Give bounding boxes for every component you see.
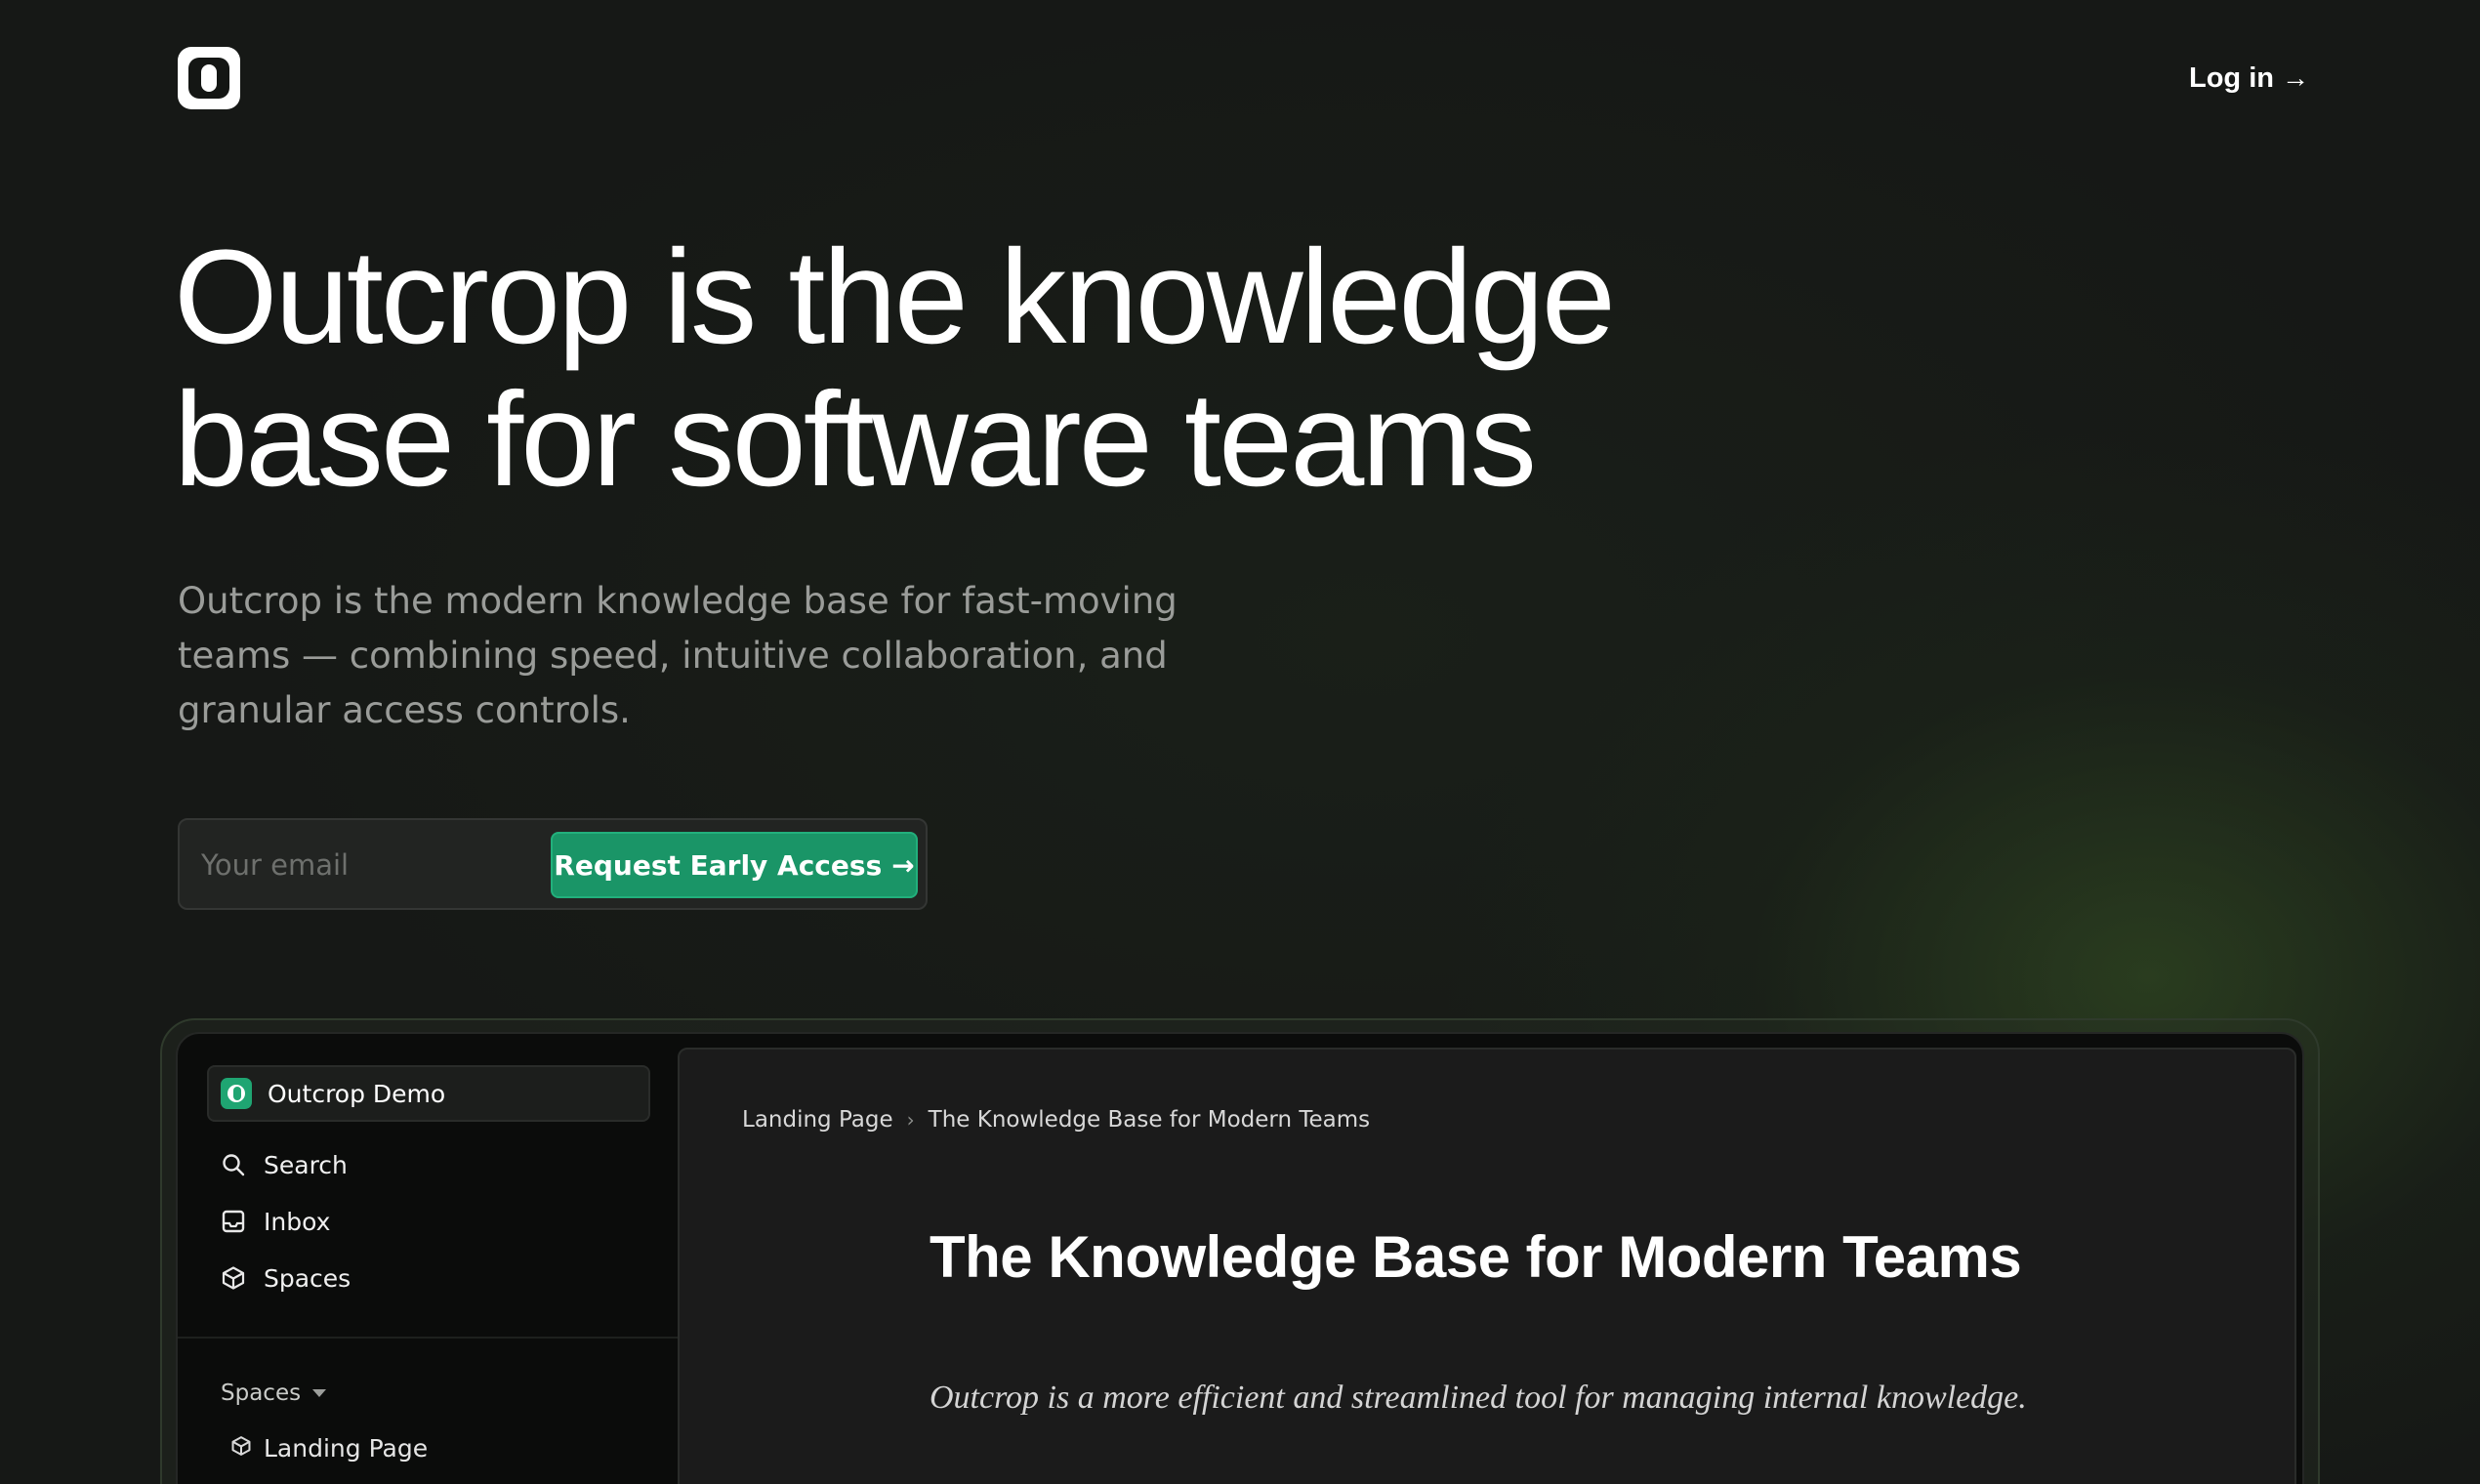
sidebar-divider — [178, 1337, 678, 1339]
cta-label: Request Early Access — [554, 848, 883, 882]
early-access-form: Request Early Access → — [178, 818, 928, 910]
preview-sidebar: Outcrop Demo Search Inbox Spaces Spaces … — [178, 1034, 678, 1484]
outcrop-logo-icon[interactable] — [178, 47, 240, 109]
sidebar-item-search[interactable]: Search — [221, 1143, 348, 1186]
hero-headline: Outcrop is the knowledge base for softwa… — [174, 227, 1834, 512]
headline-line-1: Outcrop is the knowledge — [174, 223, 1616, 372]
breadcrumb-item-landing-page[interactable]: Landing Page — [742, 1107, 893, 1133]
search-icon — [221, 1152, 246, 1177]
arrow-right-icon: → — [2281, 62, 2309, 93]
document-pane: Landing Page › The Knowledge Base for Mo… — [678, 1048, 2296, 1484]
spaces-header-label: Spaces — [221, 1381, 302, 1406]
arrow-right-icon: → — [891, 848, 915, 882]
sidebar-item-inbox[interactable]: Inbox — [221, 1200, 330, 1243]
hero-subtitle: Outcrop is the modern knowledge base for… — [178, 580, 1178, 731]
cube-icon — [221, 1265, 246, 1291]
headline-line-2: base for software teams — [174, 365, 1537, 515]
inbox-icon — [221, 1209, 246, 1234]
document-lead: Outcrop is a more efficient and streamli… — [930, 1380, 2027, 1416]
chevron-right-icon: › — [906, 1108, 915, 1132]
document-title: The Knowledge Base for Modern Teams — [930, 1224, 2022, 1290]
login-link[interactable]: Log in → — [2189, 59, 2309, 98]
breadcrumb-item-current[interactable]: The Knowledge Base for Modern Teams — [929, 1107, 1370, 1133]
landing-page: Log in → Outcrop is the knowledge base f… — [0, 0, 2480, 1484]
workspace-name: Outcrop Demo — [268, 1079, 446, 1108]
request-early-access-button[interactable]: Request Early Access → — [551, 832, 918, 898]
workspace-switcher[interactable]: Outcrop Demo — [207, 1065, 650, 1122]
cube-icon — [230, 1434, 252, 1463]
sidebar-item-label: Inbox — [264, 1207, 331, 1236]
login-label: Log in — [2189, 62, 2274, 94]
workspace-logo-icon — [221, 1078, 252, 1109]
caret-down-icon — [312, 1389, 327, 1397]
email-input[interactable] — [201, 842, 533, 888]
app-preview: Outcrop Demo Search Inbox Spaces Spaces … — [176, 1032, 2304, 1484]
spaces-section-toggle[interactable]: Spaces — [221, 1374, 327, 1413]
sidebar-item-label: Spaces — [264, 1263, 351, 1293]
breadcrumb: Landing Page › The Knowledge Base for Mo… — [742, 1104, 1370, 1135]
space-item-label: Landing Page — [264, 1433, 429, 1463]
sidebar-item-label: Search — [264, 1150, 348, 1179]
sidebar-item-spaces[interactable]: Spaces — [221, 1257, 351, 1299]
space-item-landing-page[interactable]: Landing Page — [230, 1428, 428, 1467]
